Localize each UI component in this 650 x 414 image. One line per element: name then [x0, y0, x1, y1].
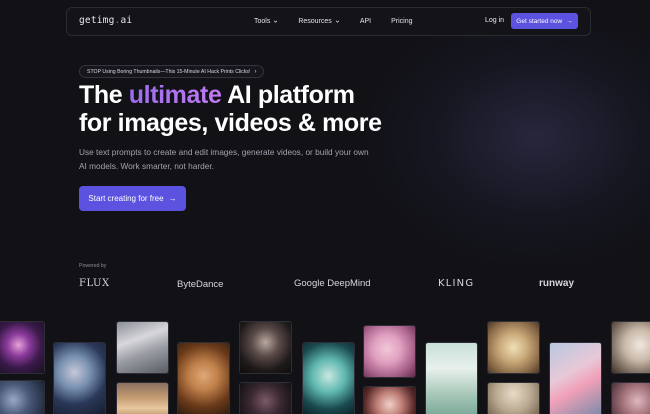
logo-tld: ai [120, 15, 133, 26]
gallery-image[interactable] [239, 382, 292, 414]
logo[interactable]: getimg.ai [79, 15, 132, 26]
gallery-image[interactable] [116, 321, 169, 374]
hero-title-post: AI platform [221, 81, 355, 109]
brand-kling-logo: KLING [438, 278, 475, 289]
get-started-label: Get started now [516, 17, 563, 25]
nav-item-tools[interactable]: Tools [254, 18, 278, 25]
cta-label: Start creating for free [88, 194, 164, 203]
nav-item-pricing[interactable]: Pricing [391, 18, 412, 25]
gallery-image[interactable] [0, 380, 45, 414]
brand-google-deepmind-logo: Google DeepMind [294, 278, 371, 289]
background-glow [360, 30, 650, 270]
nav-item-label: Tools [254, 18, 271, 25]
gallery-image[interactable] [0, 321, 45, 374]
chevron-down-icon [335, 20, 340, 23]
nav-item-label: API [359, 18, 372, 25]
gallery-image[interactable] [487, 382, 540, 414]
gallery-image[interactable] [116, 382, 169, 414]
gallery-image[interactable] [302, 342, 355, 414]
hero-title-line1: The ultimate AI platform [79, 81, 382, 109]
hero-title: The ultimate AI platform for images, vid… [79, 81, 382, 137]
gallery-image[interactable] [611, 321, 650, 374]
chevron-down-icon [274, 20, 278, 23]
hero-subtitle: Use text prompts to create and edit imag… [79, 147, 369, 171]
gallery-image[interactable] [363, 325, 416, 378]
gallery-image[interactable] [177, 342, 230, 414]
nav-item-api[interactable]: API [360, 18, 371, 25]
gallery-image[interactable] [53, 342, 106, 414]
nav-item-resources[interactable]: Resources [298, 18, 340, 25]
chevron-right-icon: › [254, 68, 257, 75]
powered-by-label: Powered by [79, 263, 107, 269]
hero-title-line2: for images, videos & more [79, 109, 382, 137]
login-link[interactable]: Log in [485, 17, 504, 24]
promo-banner[interactable]: STOP Using Boring Thumbnails—This 15-Min… [79, 65, 265, 78]
nav-item-label: Pricing [391, 18, 413, 25]
nav-links: Tools Resources API Pricing [254, 8, 433, 35]
nav-item-label: Resources [298, 18, 332, 25]
hero-title-pre: The [79, 81, 129, 109]
arrow-right-icon: → [566, 17, 573, 25]
hero-title-highlight: ultimate [128, 81, 222, 109]
brand-bytedance-logo: ByteDance [177, 279, 224, 290]
gallery-image[interactable] [487, 321, 540, 374]
brand-runway-logo: runway [539, 278, 575, 289]
promo-text: STOP Using Boring Thumbnails—This 15-Min… [87, 68, 251, 75]
top-navbar: getimg.ai Tools Resources API Pricing Lo… [66, 7, 591, 36]
gallery-image[interactable] [239, 321, 292, 374]
gallery-image[interactable] [549, 342, 602, 414]
get-started-button[interactable]: Get started now → [511, 13, 578, 29]
gallery-image[interactable] [363, 386, 416, 414]
start-creating-button[interactable]: Start creating for free → [79, 186, 186, 211]
brand-logos: FLUX ByteDance Google DeepMind KLING run… [0, 276, 650, 294]
gallery-image[interactable] [611, 382, 650, 414]
logo-main: getimg [79, 15, 115, 26]
arrow-right-icon: → [168, 194, 177, 203]
gallery-image[interactable] [425, 342, 478, 414]
brand-flux-logo: FLUX [79, 278, 110, 289]
